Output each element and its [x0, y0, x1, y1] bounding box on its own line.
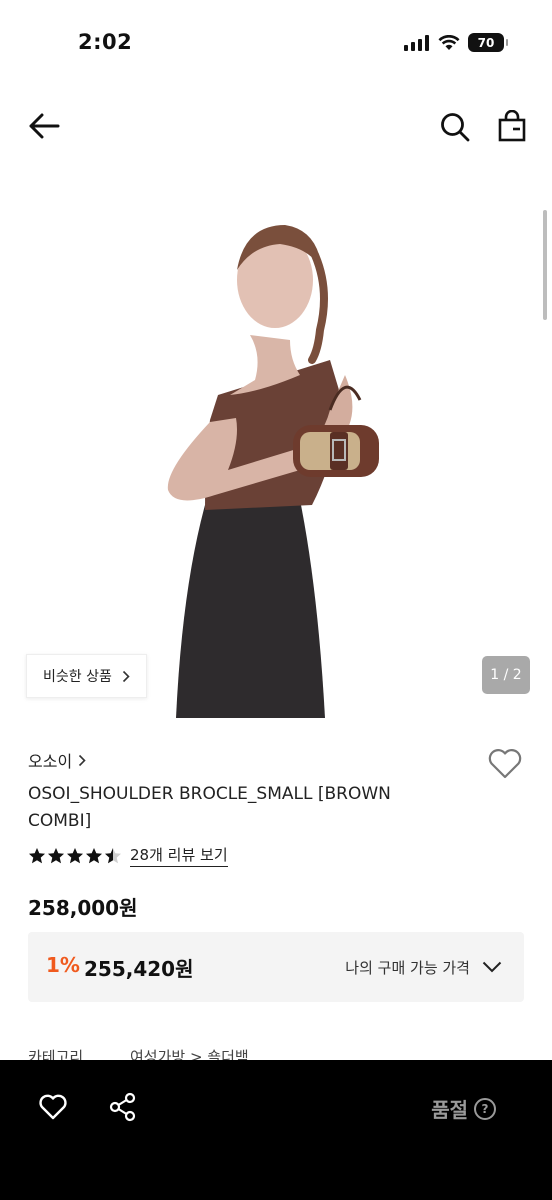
- discount-price: 255,420원: [84, 957, 194, 981]
- status-time: 2:02: [78, 30, 133, 54]
- status-icons: 70: [404, 33, 508, 52]
- search-icon[interactable]: [440, 112, 470, 142]
- similar-products-button[interactable]: 비슷한 상품: [26, 654, 147, 698]
- bottom-action-bar: [0, 1060, 552, 1200]
- heart-icon[interactable]: [487, 747, 523, 779]
- star-icon: [86, 847, 102, 863]
- wifi-icon: [438, 34, 460, 50]
- rating-row: 28개 리뷰 보기: [28, 844, 228, 867]
- share-icon[interactable]: [108, 1092, 138, 1122]
- similar-products-label: 비슷한 상품: [43, 669, 112, 685]
- star-icon: [67, 847, 83, 863]
- heart-icon[interactable]: [38, 1093, 68, 1121]
- product-title: OSOI_SHOULDER BROCLE_SMALL [BROWN COMBI]: [28, 784, 391, 831]
- brand-name: 오소이: [28, 752, 73, 771]
- soldout-indicator: 품절 ?: [431, 1094, 496, 1123]
- star-icon: [48, 847, 64, 863]
- chevron-right-icon: [122, 670, 130, 682]
- star-rating: [28, 847, 122, 865]
- help-icon[interactable]: ?: [474, 1097, 496, 1120]
- back-arrow-icon[interactable]: [28, 112, 60, 140]
- star-icon: [29, 847, 45, 863]
- model-photo: [167, 225, 379, 718]
- product-image[interactable]: [0, 170, 552, 718]
- battery-indicator: 70: [468, 33, 508, 52]
- chevron-down-icon: [482, 961, 502, 973]
- review-link[interactable]: 28개 리뷰 보기: [130, 844, 228, 867]
- discount-percent: 1%: [46, 953, 80, 977]
- brand-link[interactable]: 오소이: [28, 748, 86, 772]
- signal-icon: [404, 34, 429, 51]
- shopping-bag-icon[interactable]: [498, 110, 526, 142]
- product-price: 258,000원: [28, 896, 138, 920]
- chevron-right-icon: [79, 754, 86, 766]
- discount-label: 나의 구매 가능 가격: [345, 959, 470, 977]
- soldout-label: 품절: [431, 1098, 468, 1122]
- image-pager: 1 / 2: [482, 656, 530, 694]
- scrollbar[interactable]: [543, 210, 547, 320]
- star-icon: [105, 847, 121, 863]
- discount-price-box[interactable]: 1% 255,420원 나의 구매 가능 가격: [28, 932, 524, 1002]
